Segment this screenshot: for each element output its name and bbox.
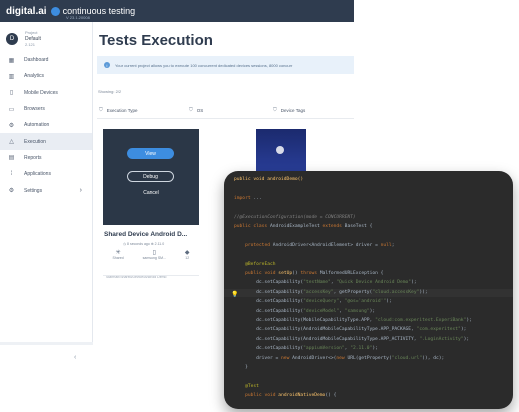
cancel-button[interactable]: Cancel <box>139 190 163 196</box>
sidebar-item-label: Settings <box>24 187 43 194</box>
sidebar-item-label: Dashboard <box>24 57 49 64</box>
device-preview: View Debug Cancel <box>103 129 199 225</box>
filter-icon: ⛉ <box>189 107 193 113</box>
phone-icon: ▯ <box>152 250 156 256</box>
sidebar-item-label: Applications <box>24 171 51 178</box>
banner-text: Your current project allows you to execu… <box>115 62 293 68</box>
sidebar-item-settings[interactable]: ⚙ Settings › <box>0 182 92 198</box>
app-header: digital.ai continuous testing V 23.1.200… <box>0 0 354 22</box>
execution-icon: △ <box>9 139 14 146</box>
page-title: Tests Execution <box>99 32 213 49</box>
sidebar-item-execution[interactable]: △ Execution <box>0 133 92 150</box>
view-button[interactable]: View <box>127 148 174 159</box>
sidebar-item-label: Reports <box>24 154 42 161</box>
code-editor-panel: 💡 public void androidDemo() import ...//@… <box>224 171 513 409</box>
sidebar-item-applications[interactable]: ⁞ Applications <box>0 166 92 182</box>
dashboard-icon: ▦ <box>8 57 15 64</box>
reports-icon: ▤ <box>8 155 15 162</box>
automation-icon: ⚙ <box>8 122 15 129</box>
sidebar-scrollbar[interactable] <box>0 342 93 345</box>
code-line: } <box>234 365 248 370</box>
product-name: continuous testing <box>50 6 135 16</box>
code-line: dc.setCapability(AndroidMobileCapability… <box>234 327 467 333</box>
code-line: public void androidDemo() <box>234 177 304 182</box>
wallpaper-figure <box>276 146 284 154</box>
project-avatar: D <box>6 32 18 45</box>
project-name: Default <box>25 35 41 42</box>
sidebar-item-label: Mobile Devices <box>24 89 58 96</box>
code-line: //@ExecutionConfiguration(mode = CONCURR… <box>234 214 356 220</box>
settings-icon: ⚙ <box>8 188 15 195</box>
sidebar-item-browsers[interactable]: ▭ Browsers <box>0 101 92 117</box>
brand-logo[interactable]: digital.ai <box>6 6 47 17</box>
filter-icon: ⛉ <box>273 107 277 113</box>
code-line: protected AndroidDriver<AndroidElement> … <box>245 242 395 248</box>
code-line: public void setUp() throws MalformedURLE… <box>245 271 384 276</box>
code-line: dc.setCapability(MobileCapabilityType.AP… <box>234 318 472 323</box>
project-count: 2.121 <box>25 41 36 47</box>
sidebar: D Project Default 2.121 ▦ Dashboard ▥ Analy… <box>0 22 93 361</box>
filter-execution-type[interactable]: ⛉ Execution Type <box>99 107 137 113</box>
code-line: dc.setCapability("testName", "Quick Devi… <box>234 280 417 286</box>
filter-device-tags[interactable]: ⛉ Device Tags <box>273 107 305 113</box>
info-banner: i Your current project allows you to exe… <box>97 56 354 74</box>
code-line: driver = new AndroidDriver<>(new URL(get… <box>234 355 445 361</box>
filter-icon: ⛉ <box>99 107 103 113</box>
collapse-sidebar-icon[interactable]: ‹ <box>74 354 76 361</box>
info-icon: i <box>104 62 110 68</box>
filter-bar: ⛉ Execution Type ⛉ OS ⛉ Device Tags <box>97 105 354 119</box>
debug-button[interactable]: Debug <box>127 171 174 182</box>
device-model-attribute: ▯ samsung SM... <box>142 250 166 260</box>
product-logo-icon <box>50 6 60 16</box>
version-label: V 23.1.20008 <box>66 15 90 20</box>
device-name: Shared Device Android D... <box>104 231 188 238</box>
code-line: dc.setCapability("appiumVersion", "2.11.… <box>234 346 378 352</box>
device-card[interactable]: View Debug Cancel Shared Device Android … <box>103 129 199 279</box>
shared-attribute: ✳ Shared <box>112 250 124 260</box>
os-version-attribute: ◆ 12 <box>184 250 190 260</box>
divider <box>103 275 199 276</box>
sidebar-item-label: Execution <box>24 138 46 145</box>
code-line: public class AndroidExampleTest extends … <box>234 224 373 229</box>
sidebar-nav: ▦ Dashboard ▥ Analytics ▯ Mobile Devices ▭ Brow… <box>0 52 92 199</box>
code-line: dc.setCapability("deviceQuery", "@os='an… <box>234 299 392 305</box>
sidebar-item-mobile-devices[interactable]: ▯ Mobile Devices <box>0 85 92 101</box>
code-line: dc.setCapability("accessKey", getPropert… <box>234 289 428 295</box>
sidebar-item-label: Browsers <box>24 106 45 113</box>
device-meta: ◷ 8 seconds ago ⊕ 2.11.0 <box>123 242 165 246</box>
sidebar-item-analytics[interactable]: ▥ Analytics <box>0 68 92 84</box>
code-line: @BeforeEach <box>245 261 276 267</box>
browser-icon: ▭ <box>8 106 15 113</box>
sidebar-item-automation[interactable]: ⚙ Automation <box>0 117 92 133</box>
results-count: Showing: 2/2 <box>98 89 122 94</box>
sidebar-item-label: Analytics <box>24 73 45 80</box>
project-selector[interactable]: D Project Default 2.121 <box>0 22 92 48</box>
code-line: dc.setCapability("deviceModel", "samsung… <box>234 308 376 314</box>
mobile-icon: ▯ <box>9 90 14 97</box>
sidebar-item-dashboard[interactable]: ▦ Dashboard <box>0 52 92 68</box>
chevron-right-icon: › <box>79 187 82 195</box>
android-icon: ◆ <box>184 250 190 256</box>
sidebar-item-reports[interactable]: ▤ Reports <box>0 150 92 166</box>
sidebar-item-label: Automation <box>24 122 50 129</box>
code-line: @Test <box>245 383 259 389</box>
code-line: public void androidNativeDemo() { <box>245 393 337 399</box>
shared-icon: ✳ <box>115 250 121 256</box>
device-preview-2 <box>256 129 306 175</box>
device-attributes: ✳ Shared ▯ samsung SM... ◆ 12 <box>103 249 199 260</box>
code-line: dc.setCapability(AndroidMobileCapability… <box>234 336 470 342</box>
analytics-icon: ▥ <box>8 73 15 80</box>
filter-os[interactable]: ⛉ OS <box>189 107 203 113</box>
applications-icon: ⁞ <box>10 171 13 178</box>
code-line: import ... <box>234 195 262 201</box>
